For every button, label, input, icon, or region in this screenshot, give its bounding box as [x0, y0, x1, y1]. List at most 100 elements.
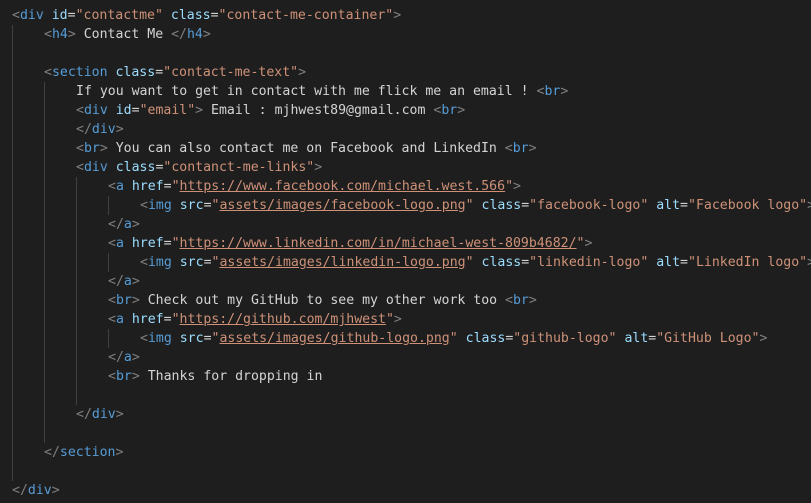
code-link[interactable]: https://www.facebook.com/michael.west.56… — [180, 179, 506, 194]
code-bracket: > — [759, 331, 768, 346]
code-line[interactable]: <h4> Contact Me </h4> — [44, 25, 211, 44]
code-bracket: > — [393, 312, 402, 327]
code-line[interactable]: <img src= "assets/images/github-logo.png "… — [140, 329, 767, 348]
code-equals: = — [680, 198, 688, 213]
code-text: If you want to get in contact with me fl… — [76, 84, 537, 99]
code-bracket: </ — [108, 274, 124, 289]
indent-guide — [108, 253, 109, 272]
code-string: "github-logo" — [513, 331, 617, 346]
code-line[interactable]: <img src="assets/images/linkedin-logo.pn… — [140, 253, 811, 272]
code-bracket: > — [67, 27, 76, 42]
code-bracket: > — [393, 8, 402, 23]
code-bracket: > — [115, 445, 124, 460]
code-bracket: </ — [44, 445, 60, 460]
indent-guide — [12, 25, 13, 481]
code-attribute: id — [115, 103, 132, 118]
code-bracket: > — [513, 179, 521, 194]
code-tag-name: h4 — [186, 27, 203, 42]
code-string: " — [171, 179, 180, 194]
code-string: "GitHub Logo" — [656, 331, 760, 346]
code-line[interactable]: </a> — [108, 348, 140, 367]
code-line[interactable]: </a> — [108, 215, 140, 234]
code-line[interactable]: <br> Check out my GitHub to see my other… — [108, 291, 537, 310]
code-line[interactable]: <br> Thanks for dropping in — [108, 367, 322, 386]
code-attribute: href — [131, 236, 164, 251]
code-bracket: </ — [171, 27, 187, 42]
code-tag-name: br — [115, 369, 132, 384]
code-string: "Facebook logo" — [688, 198, 808, 213]
code-line[interactable]: </a> — [108, 272, 140, 291]
code-line[interactable]: </div> — [76, 405, 124, 424]
code-bracket: > — [131, 274, 140, 289]
code-attribute: alt — [624, 331, 649, 346]
code-equals: = — [203, 255, 212, 270]
code-line[interactable]: If you want to get in contact with me fl… — [76, 82, 568, 101]
code-attribute: href — [131, 179, 164, 194]
code-equals: = — [521, 198, 530, 213]
code-text: Email : mjhwest89@gmail.com — [203, 103, 434, 118]
code-link[interactable]: assets/images/linkedin-logo.png — [219, 255, 465, 270]
code-link[interactable]: assets/images/github-logo.png — [219, 331, 449, 346]
code-line[interactable]: <div id="contactme" class="contact-me-co… — [12, 6, 401, 25]
code-line[interactable]: </div> — [12, 481, 60, 500]
code-string: "facebook-logo" — [529, 198, 649, 213]
code-bracket: > — [314, 160, 323, 175]
code-line[interactable]: </section> — [44, 443, 123, 462]
code-tag-name: a — [123, 274, 132, 289]
code-attribute: src — [179, 255, 204, 270]
code-tag-name: img — [147, 331, 172, 346]
code-string: "contanct-me-links" — [163, 160, 315, 175]
code-line[interactable]: <div id="email"> Email : mjhwest89@gmail… — [76, 101, 465, 120]
code-line[interactable]: <a href="https://github.com/mjhwest"> — [108, 310, 402, 329]
code-line[interactable]: <br> You can also contact me on Facebook… — [76, 139, 537, 158]
code-bracket: > — [807, 255, 811, 270]
code-link[interactable]: https://github.com/mjhwest — [180, 312, 386, 327]
code-line[interactable]: <a href="https://www.facebook.com/michae… — [108, 177, 521, 196]
code-string: " — [505, 179, 514, 194]
code-tag-name: br — [441, 103, 458, 118]
code-string: " — [385, 312, 394, 327]
code-string: " — [171, 236, 180, 251]
code-bracket: < — [76, 141, 84, 156]
code-tag-name: br — [544, 84, 561, 99]
code-bracket: < — [12, 8, 20, 23]
indent-guide — [76, 177, 77, 405]
code-string: "linkedin-logo" — [529, 255, 649, 270]
code-equals: = — [163, 236, 172, 251]
code-line[interactable]: <a href="https://www.linkedin.com/in/mic… — [108, 234, 592, 253]
code-equals: = — [203, 198, 212, 213]
code-link[interactable]: assets/images/facebook-logo.png — [219, 198, 465, 213]
code-tag-name: img — [147, 255, 172, 270]
code-attribute: class — [115, 160, 156, 175]
code-string: "contactme" — [75, 8, 163, 23]
code-tag-name: section — [51, 65, 108, 80]
code-line[interactable]: </div> — [76, 120, 124, 139]
code-line[interactable]: <div class="contanct-me-links"> — [76, 158, 322, 177]
code-bracket: > — [115, 122, 124, 137]
code-line[interactable]: <img src="assets/images/facebook-logo.pn… — [140, 196, 811, 215]
code-bracket: </ — [76, 407, 92, 422]
code-text: Check out my GitHub to see my other work… — [139, 293, 506, 308]
code-bracket: < — [108, 236, 116, 251]
code-tag-name: br — [512, 141, 529, 156]
code-bracket: > — [807, 198, 811, 213]
code-bracket: > — [131, 293, 140, 308]
code-bracket: < — [108, 179, 116, 194]
code-bracket: > — [115, 407, 124, 422]
code-equals: = — [163, 179, 172, 194]
code-equals: = — [680, 255, 688, 270]
code-equals: = — [67, 8, 76, 23]
code-bracket: > — [298, 65, 307, 80]
code-tag-name: img — [147, 198, 172, 213]
code-line[interactable]: <section class="contact-me-text"> — [44, 63, 306, 82]
code-bracket: </ — [108, 217, 124, 232]
code-bracket: > — [584, 236, 593, 251]
code-link[interactable]: https://www.linkedin.com/in/michael-west… — [180, 236, 577, 251]
code-editor[interactable]: <div id="contactme" class="contact-me-co… — [0, 0, 811, 503]
code-bracket: > — [528, 141, 537, 156]
